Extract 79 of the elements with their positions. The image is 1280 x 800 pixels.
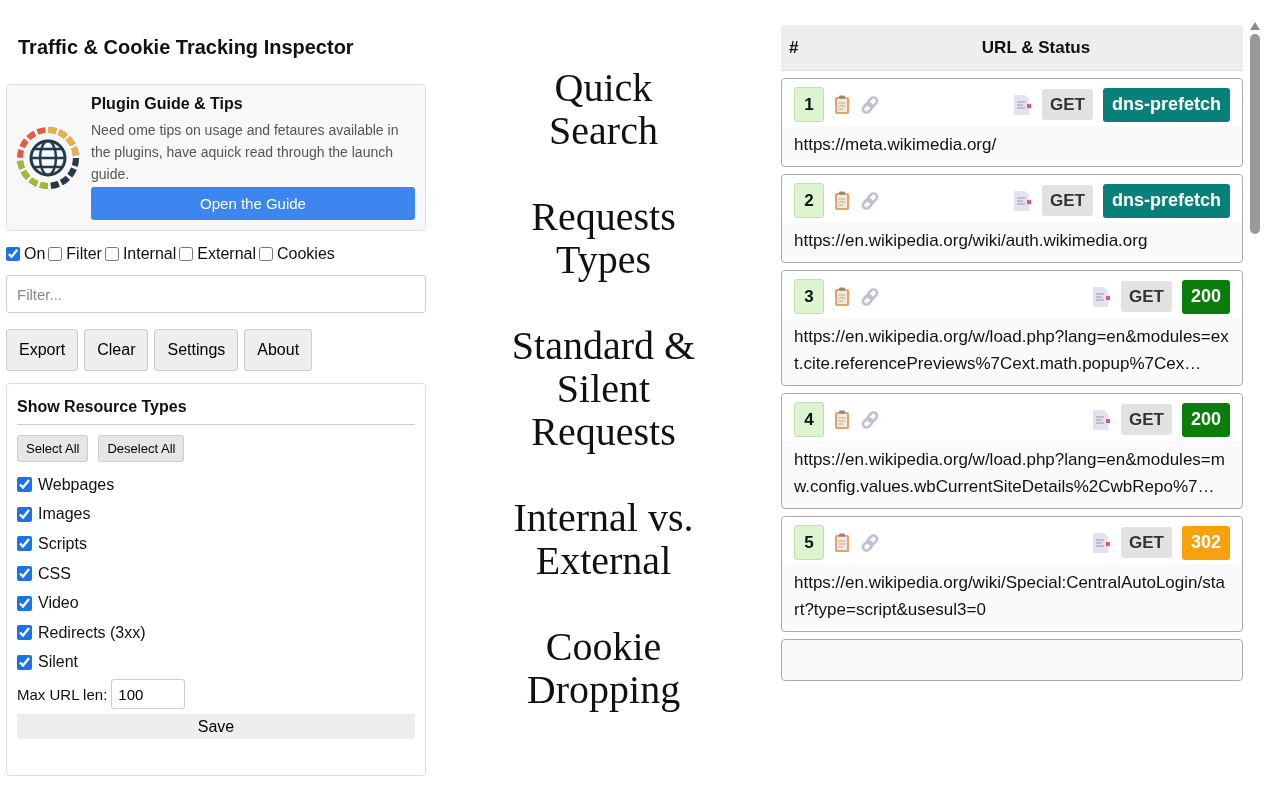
toolbar-button[interactable]: Clear [84, 329, 149, 371]
column-header: URL & Status [980, 37, 1092, 58]
feature-caption: Internal vs. External [512, 496, 695, 582]
document-icon[interactable] [1091, 408, 1111, 431]
checkbox-label: Redirects (3xx) [38, 623, 146, 642]
checkbox-label: Webpages [38, 475, 115, 494]
field-label: Max URL len: [17, 685, 108, 703]
checkbox-label: Video [38, 594, 79, 613]
checkbox[interactable] [179, 247, 194, 261]
checkbox[interactable] [48, 247, 63, 261]
clipboard-icon[interactable] [834, 286, 850, 307]
max-url-field[interactable]: 100 [111, 679, 186, 710]
document-icon[interactable] [1012, 189, 1033, 212]
open-guide-button[interactable]: Open the Guide [91, 187, 415, 220]
filter-field[interactable]: Filter... [6, 275, 426, 313]
checkbox-label: CSS [38, 564, 71, 583]
request-number: 5 [794, 525, 824, 560]
toolbar-button[interactable]: About [244, 329, 313, 371]
request-url: https://en.wikipedia.org/wiki/Special:CentralAutoLogin/start?type=script&usesul3=0 [793, 572, 1226, 621]
checkbox-label: Images [38, 505, 91, 524]
request-url: https://en.wikipedia.org/wiki/auth.wikimedia.org [793, 230, 1149, 252]
status-badge: 200 [1181, 279, 1230, 314]
checkbox[interactable] [17, 477, 32, 493]
checkbox[interactable] [17, 566, 32, 582]
feature-caption: Cookie Dropping [525, 625, 682, 711]
toolbar-button[interactable]: Settings [154, 329, 239, 371]
method-badge: GET [1121, 404, 1172, 435]
deselect-all-button[interactable]: Deselect All [98, 435, 185, 462]
status-badge: 200 [1181, 402, 1230, 437]
clipboard-icon[interactable] [834, 409, 850, 430]
request-url: https://en.wikipedia.org/w/load.php?lang=en&modules=ext.cite.referencePreviews%7Cext.math.popup%7Cex… [793, 326, 1230, 375]
feature-caption: Quick Search [548, 66, 659, 152]
method-badge: GET [1042, 185, 1093, 216]
clipboard-icon[interactable] [834, 190, 850, 211]
checkbox-label: On [24, 245, 46, 263]
guide-title: Plugin Guide & Tips [91, 95, 244, 113]
method-badge: GET [1042, 89, 1093, 120]
checkbox-label: Filter [66, 245, 102, 263]
save-button[interactable]: Save [17, 714, 415, 740]
select-all-button[interactable]: Select All [17, 435, 89, 462]
request-number: 1 [794, 87, 824, 122]
document-icon[interactable] [1091, 285, 1111, 308]
checkbox[interactable] [17, 625, 32, 641]
checkbox-label: Internal [122, 245, 177, 263]
request-number: 2 [794, 183, 824, 218]
section-title: Show Resource Types [17, 394, 415, 425]
column-header: # [788, 37, 800, 58]
app-title: Traffic & Cookie Tracking Inspector [18, 36, 355, 60]
request-number: 3 [794, 279, 824, 314]
document-icon[interactable] [1091, 531, 1111, 554]
checkbox[interactable] [17, 595, 32, 611]
clipboard-icon[interactable] [834, 94, 850, 115]
toolbar-button[interactable]: Export [6, 329, 79, 371]
checkbox[interactable] [17, 506, 32, 522]
checkbox-label: Scripts [38, 535, 87, 553]
request-number: 4 [794, 402, 824, 437]
status-badge: dns-prefetch [1103, 183, 1230, 218]
guide-text: Need ome tips on usage and fetaures available in the plugins, have aquick read through the launch guide. [91, 121, 400, 184]
feature-caption: Standard & Silent Requests [510, 324, 697, 453]
scrollbar-thumb[interactable] [1250, 34, 1260, 234]
checkbox-label: Cookies [277, 245, 335, 263]
clipboard-icon[interactable] [834, 532, 850, 553]
globe-icon [15, 124, 81, 191]
checkbox[interactable] [6, 247, 20, 261]
status-badge: 302 [1181, 525, 1230, 560]
document-icon[interactable] [1012, 93, 1033, 116]
request-url: https://meta.wikimedia.org/ [793, 134, 998, 156]
checkbox-label: Silent [38, 653, 79, 672]
scroll-up-arrow-icon[interactable] [1250, 22, 1260, 30]
method-badge: GET [1121, 527, 1172, 558]
checkbox[interactable] [17, 654, 32, 670]
checkbox[interactable] [17, 536, 32, 552]
checkbox[interactable] [104, 247, 119, 261]
feature-caption: Requests Types [530, 195, 677, 281]
status-badge: dns-prefetch [1103, 87, 1230, 122]
method-badge: GET [1121, 281, 1172, 312]
checkbox-label: External [197, 245, 256, 263]
checkbox[interactable] [259, 247, 273, 261]
request-url: https://en.wikipedia.org/w/load.php?lang=en&modules=mw.config.values.wbCurrentSiteDetails%2CwbRepo%7… [793, 449, 1226, 498]
